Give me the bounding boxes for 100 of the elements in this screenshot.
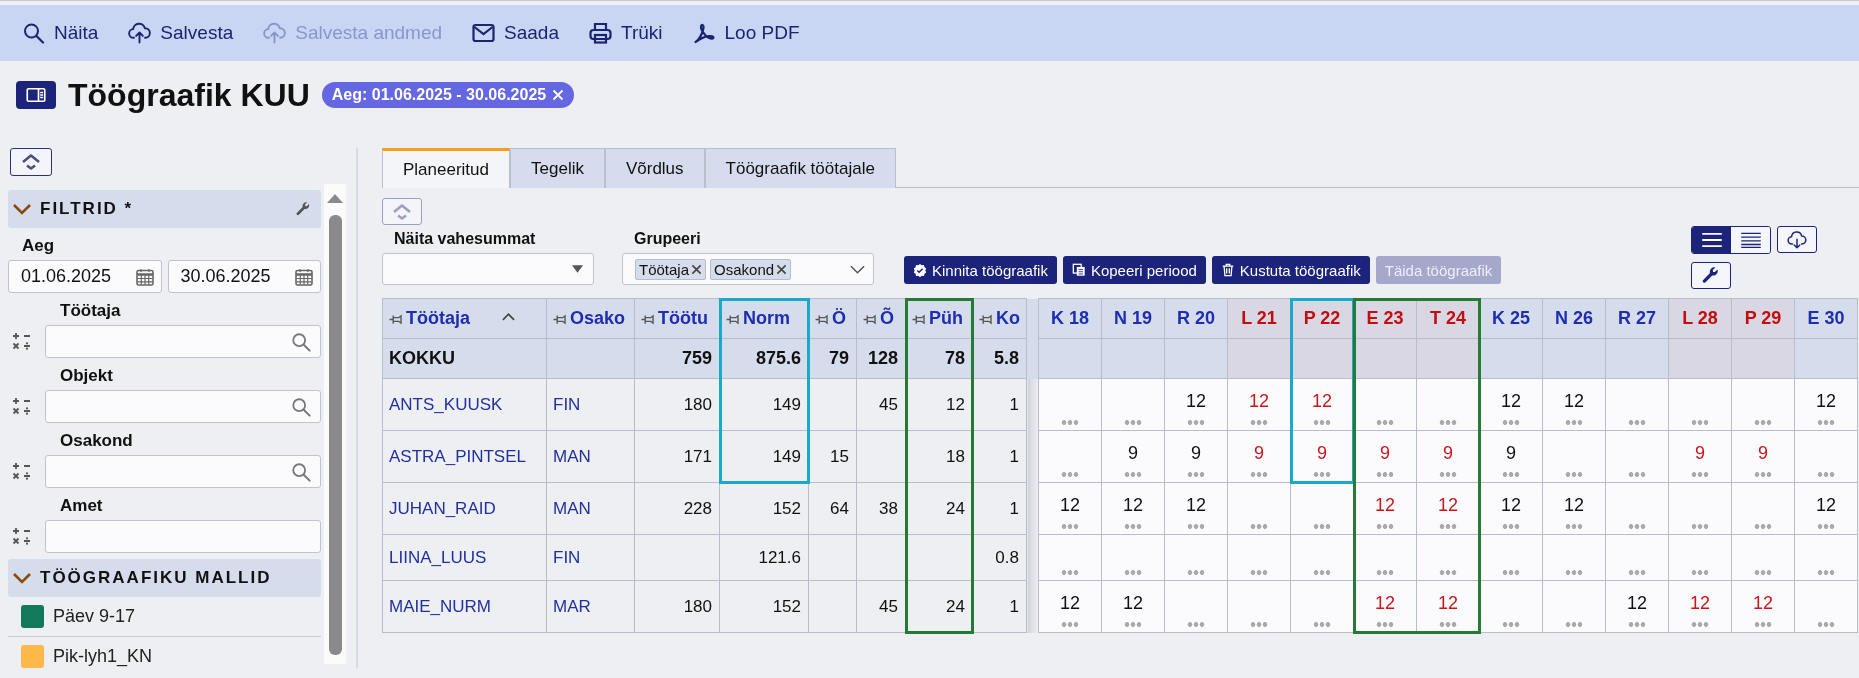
settings-button[interactable] [1691,262,1731,289]
more-icon[interactable] [1061,472,1079,477]
shift-cell[interactable]: 12 [1101,580,1165,633]
more-icon[interactable] [1691,622,1709,627]
more-icon[interactable] [1124,420,1142,425]
shift-cell[interactable]: 9 [1164,430,1228,483]
more-icon[interactable] [1817,524,1835,529]
shift-cell[interactable] [1353,534,1417,581]
more-icon[interactable] [1691,570,1709,575]
employee-field-link[interactable]: MAR [553,596,591,616]
shift-cell[interactable] [1542,580,1606,633]
shift-cell[interactable] [1416,534,1480,581]
shift-cell[interactable] [1101,378,1165,431]
shift-cell[interactable] [1542,534,1606,581]
more-icon[interactable] [1061,570,1079,575]
more-icon[interactable] [1754,420,1772,425]
group-select[interactable]: Töötaja Osakond [622,253,874,285]
more-icon[interactable] [1439,420,1457,425]
tab[interactable]: Võrdlus [604,148,705,188]
more-icon[interactable] [1691,420,1709,425]
tab[interactable]: Tegelik [510,148,605,188]
shift-cell[interactable]: 12 [1794,378,1858,431]
shift-cell[interactable]: 9 [1668,430,1732,483]
shift-cell[interactable] [1416,378,1480,431]
tab[interactable]: Planeeritud [382,148,510,188]
shift-cell[interactable]: 12 [1479,378,1543,431]
shift-cell[interactable] [1101,534,1165,581]
chip[interactable]: Osakond [710,258,792,280]
more-icon[interactable] [1817,570,1835,575]
more-icon[interactable] [1376,622,1394,627]
download-button[interactable] [1777,226,1817,253]
shift-cell[interactable]: 12 [1542,482,1606,535]
more-icon[interactable] [1313,622,1331,627]
more-icon[interactable] [1439,472,1457,477]
shift-cell[interactable] [1605,534,1669,581]
more-icon[interactable] [1817,622,1835,627]
more-icon[interactable] [1502,420,1520,425]
more-icon[interactable] [1124,570,1142,575]
action-button[interactable]: Kinnita töögraafik [904,256,1057,284]
shift-cell[interactable]: 12 [1353,580,1417,633]
shift-cell[interactable] [1731,534,1795,581]
more-icon[interactable] [1754,524,1772,529]
shift-cell[interactable]: 12 [1668,580,1732,633]
date-field[interactable]: 01.06.2025 [8,260,162,293]
shift-cell[interactable]: 12 [1605,580,1669,633]
day-header[interactable]: R 20 [1164,298,1228,339]
shift-cell[interactable] [1290,580,1354,633]
more-icon[interactable] [1754,570,1772,575]
toolbar-button[interactable]: Loo PDF [692,18,800,48]
dropdown-field[interactable] [382,253,594,285]
toolbar-button[interactable]: Saada [472,18,559,48]
scrollbar-thumb[interactable] [328,215,342,655]
more-icon[interactable] [1754,622,1772,627]
chip[interactable]: Töötaja [635,258,707,280]
more-icon[interactable] [1565,524,1583,529]
shift-cell[interactable]: 9 [1416,430,1480,483]
more-icon[interactable] [1439,570,1457,575]
more-icon[interactable] [1313,524,1331,529]
shift-cell[interactable] [1605,430,1669,483]
more-icon[interactable] [1187,524,1205,529]
shift-cell[interactable]: 12 [1353,482,1417,535]
employee-field-link[interactable]: FIN [553,394,581,414]
more-icon[interactable] [1439,524,1457,529]
shift-cell[interactable] [1668,378,1732,431]
shift-cell[interactable]: 12 [1731,580,1795,633]
shift-cell[interactable] [1605,378,1669,431]
more-icon[interactable] [1376,472,1394,477]
view-toggle[interactable] [1692,227,1731,253]
more-icon[interactable] [1502,524,1520,529]
more-icon[interactable] [1502,622,1520,627]
period-badge[interactable]: Aeg: 01.06.2025 - 30.06.2025 [321,82,575,108]
shift-cell[interactable]: 12 [1416,580,1480,633]
shift-cell[interactable] [1479,580,1543,633]
shift-cell[interactable]: 12 [1479,482,1543,535]
more-icon[interactable] [1250,622,1268,627]
shift-cell[interactable] [1731,482,1795,535]
more-icon[interactable] [1376,524,1394,529]
more-icon[interactable] [1628,524,1646,529]
more-icon[interactable] [1061,420,1079,425]
more-icon[interactable] [1376,420,1394,425]
more-icon[interactable] [1628,570,1646,575]
section-header[interactable]: FILTRID * [8,190,321,228]
day-header[interactable]: L 28 [1668,298,1732,339]
more-icon[interactable] [1124,524,1142,529]
more-icon[interactable] [1250,524,1268,529]
toolbar-button[interactable]: Näita [22,18,99,48]
more-icon[interactable] [1439,622,1457,627]
more-icon[interactable] [1313,570,1331,575]
day-header[interactable]: R 27 [1605,298,1669,339]
shift-cell[interactable] [1164,580,1228,633]
shift-cell[interactable]: 12 [1794,482,1858,535]
more-icon[interactable] [1187,622,1205,627]
shift-cell[interactable]: 9 [1227,430,1291,483]
shift-cell[interactable]: 9 [1353,430,1417,483]
shift-cell[interactable] [1164,534,1228,581]
shift-cell[interactable]: 12 [1416,482,1480,535]
more-icon[interactable] [1313,472,1331,477]
more-icon[interactable] [1061,622,1079,627]
search-field[interactable] [45,455,321,488]
more-icon[interactable] [1061,524,1079,529]
